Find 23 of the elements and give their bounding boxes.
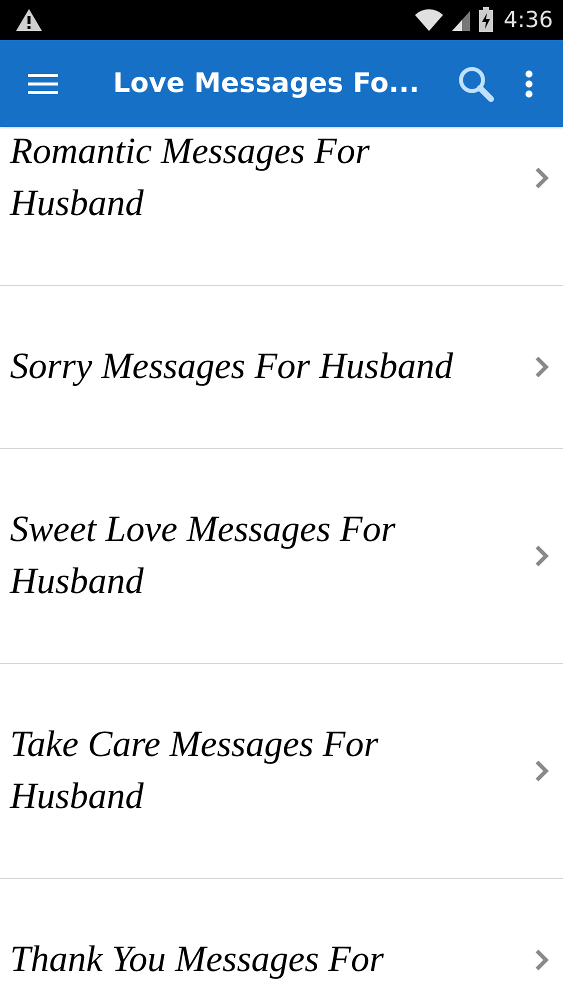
chevron-icon [535,760,549,782]
more-options-icon[interactable] [525,70,533,98]
list-item-label: Sorry Messages For Husband [10,345,454,389]
clock: 4:36 [504,8,553,32]
chevron-icon [535,356,549,378]
app-title: Love Messages Fo... [113,68,420,99]
battery-icon [478,7,494,33]
list-item[interactable]: Thank You Messages For [0,879,563,1000]
chevron-icon [535,545,549,567]
list-item-label: Sweet Love Messages For Husband [10,508,396,604]
wifi-icon [414,8,444,32]
list-item[interactable]: Sweet Love Messages For Husband [0,449,563,664]
chevron-icon [535,949,549,971]
list-item[interactable]: Sorry Messages For Husband [0,286,563,449]
warning-icon [15,8,43,32]
menu-icon[interactable] [28,72,58,94]
list-item-label: Romantic Messages For Husband [10,130,371,226]
list-item-label: Take Care Messages For Husband [10,723,380,819]
list-item[interactable]: Take Care Messages For Husband [0,664,563,879]
chevron-icon [535,167,549,189]
list-item[interactable]: Romantic Messages For Husband [0,127,563,286]
list-item-label: Thank You Messages For [10,938,385,982]
search-icon[interactable] [457,64,495,102]
